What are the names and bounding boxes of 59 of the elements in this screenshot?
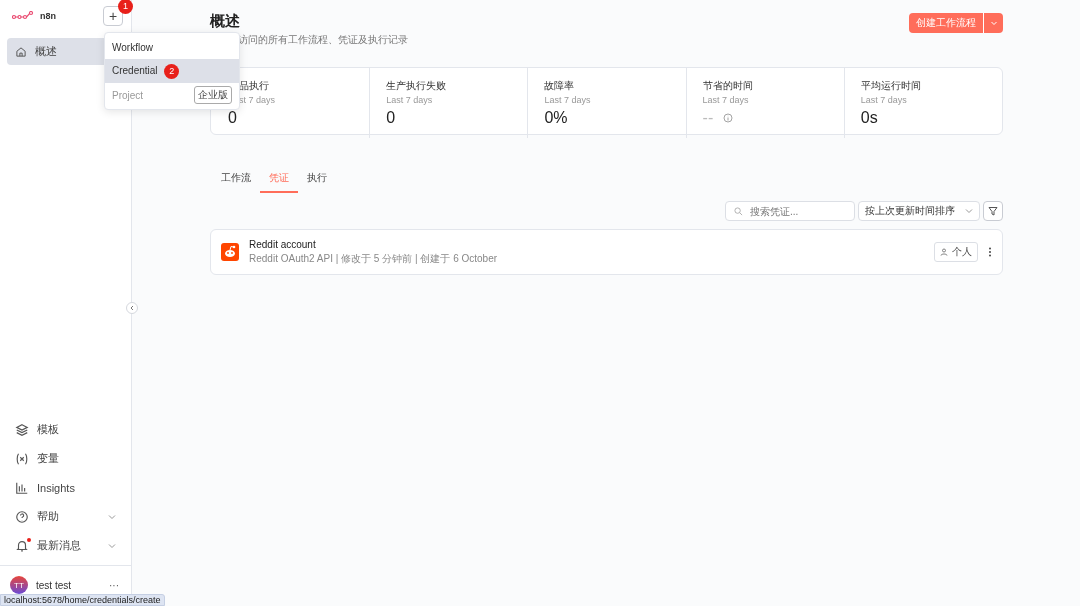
status-url: localhost:5678/home/credentials/create: [0, 594, 165, 606]
search-field[interactable]: 搜索凭证...: [725, 201, 855, 221]
reddit-icon: [221, 243, 239, 261]
stat-value: 0%: [544, 109, 568, 127]
stat-value: 0: [386, 109, 396, 127]
credential-meta: Reddit OAuth2 API | 修改于 5 分钟前 | 创建于 6 October: [249, 251, 499, 266]
credential-card[interactable]: Reddit account Reddit OAuth2 API | 修改于 5 分钟前 | 创建于 6 October 个人: [210, 229, 1003, 275]
tab[interactable]: 执行: [298, 169, 336, 193]
sidebar-item[interactable]: 帮助: [7, 503, 124, 530]
chevron-left-icon: [129, 305, 135, 311]
stat-period: Last 7 days: [386, 95, 434, 105]
stat-value: --: [702, 109, 714, 127]
info-icon: [723, 113, 734, 123]
menu-label: Credential: [112, 64, 158, 76]
more-button[interactable]: ···: [109, 579, 119, 591]
layers-icon: [15, 422, 29, 437]
step-badge: 1: [118, 0, 133, 14]
collapse-button[interactable]: [126, 302, 138, 314]
new-button[interactable]: +: [103, 6, 123, 26]
user-name: test test: [36, 579, 72, 591]
stat-title: 生产执行失败: [386, 79, 448, 93]
bar-chart-icon: [15, 480, 29, 495]
filter-icon: [988, 206, 998, 216]
tab[interactable]: 工作流: [212, 169, 260, 193]
user-icon: [940, 248, 948, 256]
stat-period: Last 7 days: [544, 95, 592, 105]
chevron-down-icon: [989, 19, 998, 27]
chevron-down-icon: [965, 207, 973, 215]
sidebar-item[interactable]: 模板: [7, 416, 124, 443]
page-title: 概述: [210, 12, 241, 31]
variable-icon: [15, 451, 29, 466]
dropdown-button[interactable]: [983, 13, 1003, 33]
sidebar-item[interactable]: 最新消息: [7, 532, 124, 559]
owner-tag: 个人: [934, 242, 978, 262]
credential-name: Reddit account: [249, 238, 317, 250]
sidebar-item[interactable]: Insights: [7, 474, 124, 501]
menu-label: Project: [112, 89, 144, 101]
logo-icon: [12, 11, 34, 21]
stat-value: 0s: [860, 109, 878, 127]
sort-dropdown[interactable]: 按上次更新时间排序: [858, 201, 980, 221]
stat-period: Last 7 days: [860, 95, 908, 105]
sidebar-item[interactable]: 变量: [7, 445, 124, 472]
menu-item[interactable]: Credential 2: [105, 59, 239, 83]
stat-period: st 7 days: [239, 95, 277, 105]
home-icon: [15, 45, 27, 58]
app-name: n8n: [40, 11, 56, 21]
stat-value: 0: [228, 109, 237, 127]
filter-button[interactable]: [983, 201, 1003, 221]
stat-title: 节省的时间: [702, 79, 754, 93]
enterprise-tag: 企业版: [194, 86, 232, 104]
bell-icon: [15, 538, 29, 553]
user-avatar[interactable]: TT: [10, 576, 28, 594]
step-badge: 2: [164, 63, 180, 79]
stat-period: Last 7 days: [702, 95, 750, 105]
stat-title: 故障率: [544, 79, 576, 93]
more-icon[interactable]: [988, 247, 992, 257]
help-icon: [15, 509, 29, 524]
search-icon: [734, 206, 743, 216]
stat-title: 平均运行时间: [860, 79, 922, 93]
